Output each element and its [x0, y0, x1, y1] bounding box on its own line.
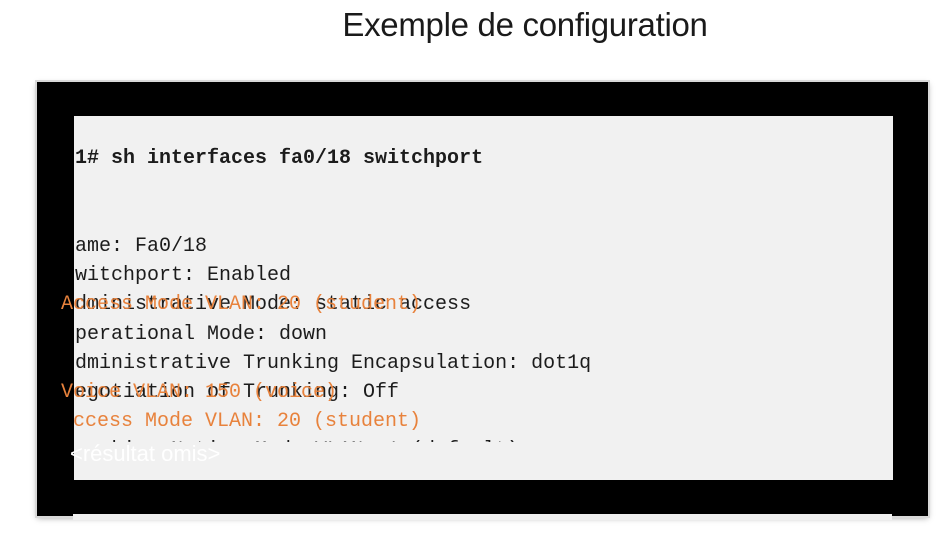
slide: Exemple de configuration 1# sh interface…	[0, 0, 946, 544]
highlighted-line-overlay: Voice VLAN: 150 (voice)	[61, 381, 338, 404]
page-title: Exemple de configuration	[342, 6, 708, 43]
terminal-line: Access Mode VLAN: 20 (student)	[61, 410, 422, 434]
highlighted-line-overlay: Access Mode VLAN: 20 (student)	[61, 293, 422, 317]
terminal-line: perational Mode: down	[75, 322, 328, 346]
terminal-bottom-edge	[73, 514, 892, 520]
terminal-line: ame: Fa0/18	[75, 235, 208, 258]
frame-top-edge	[37, 82, 928, 116]
command-line: 1# sh interfaces fa0/18 switchport	[75, 147, 484, 171]
output-omitted-label: <résultat omis>	[70, 441, 221, 466]
terminal-line: witchport: Enabled	[75, 264, 292, 288]
terminal-line: dministrative Trunking Encapsulation: do…	[75, 351, 592, 375]
